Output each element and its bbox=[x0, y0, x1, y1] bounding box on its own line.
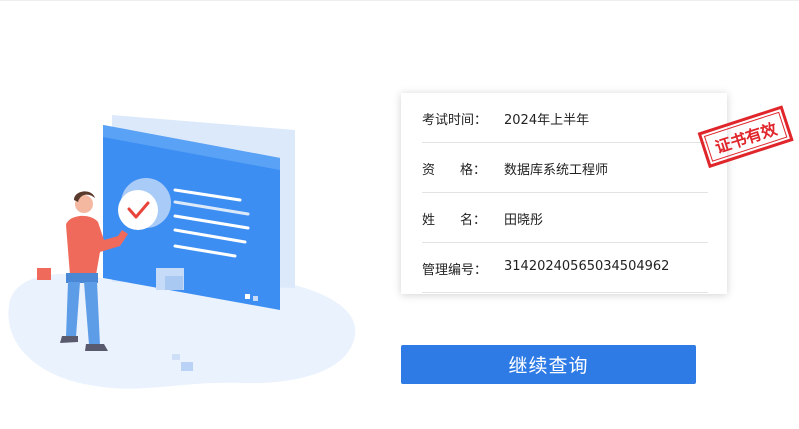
management-number-value: 31420240565034504962 bbox=[504, 259, 670, 274]
qualification-label-char2: 格： bbox=[459, 163, 486, 178]
certificate-info-card: 考试时间： 2024年上半年 资 格： 数据库系统工程师 姓 名： 田晓彤 管理… bbox=[401, 93, 727, 294]
exam-time-value: 2024年上半年 bbox=[504, 113, 590, 128]
continue-query-button[interactable]: 继续查询 bbox=[401, 345, 696, 384]
management-number-label: 管理编号： bbox=[422, 263, 488, 278]
certificate-valid-stamp: 证书有效 bbox=[697, 105, 794, 169]
exam-time-label: 考试时间： bbox=[422, 113, 488, 128]
name-row: 姓 名： 田晓彤 bbox=[422, 193, 708, 243]
qualification-value: 数据库系统工程师 bbox=[504, 163, 609, 178]
exam-time-row: 考试时间： 2024年上半年 bbox=[422, 93, 708, 143]
name-label: 姓 名： bbox=[422, 209, 486, 228]
name-label-char1: 姓 bbox=[422, 213, 436, 228]
top-divider bbox=[0, 0, 799, 1]
qualification-label: 资 格： bbox=[422, 159, 486, 178]
qualification-label-char1: 资 bbox=[422, 163, 436, 178]
verification-illustration bbox=[8, 115, 356, 389]
management-number-row: 管理编号： 31420240565034504962 bbox=[422, 243, 708, 293]
name-value: 田晓彤 bbox=[504, 213, 544, 228]
qualification-row: 资 格： 数据库系统工程师 bbox=[422, 143, 708, 193]
name-label-char2: 名： bbox=[459, 213, 486, 228]
